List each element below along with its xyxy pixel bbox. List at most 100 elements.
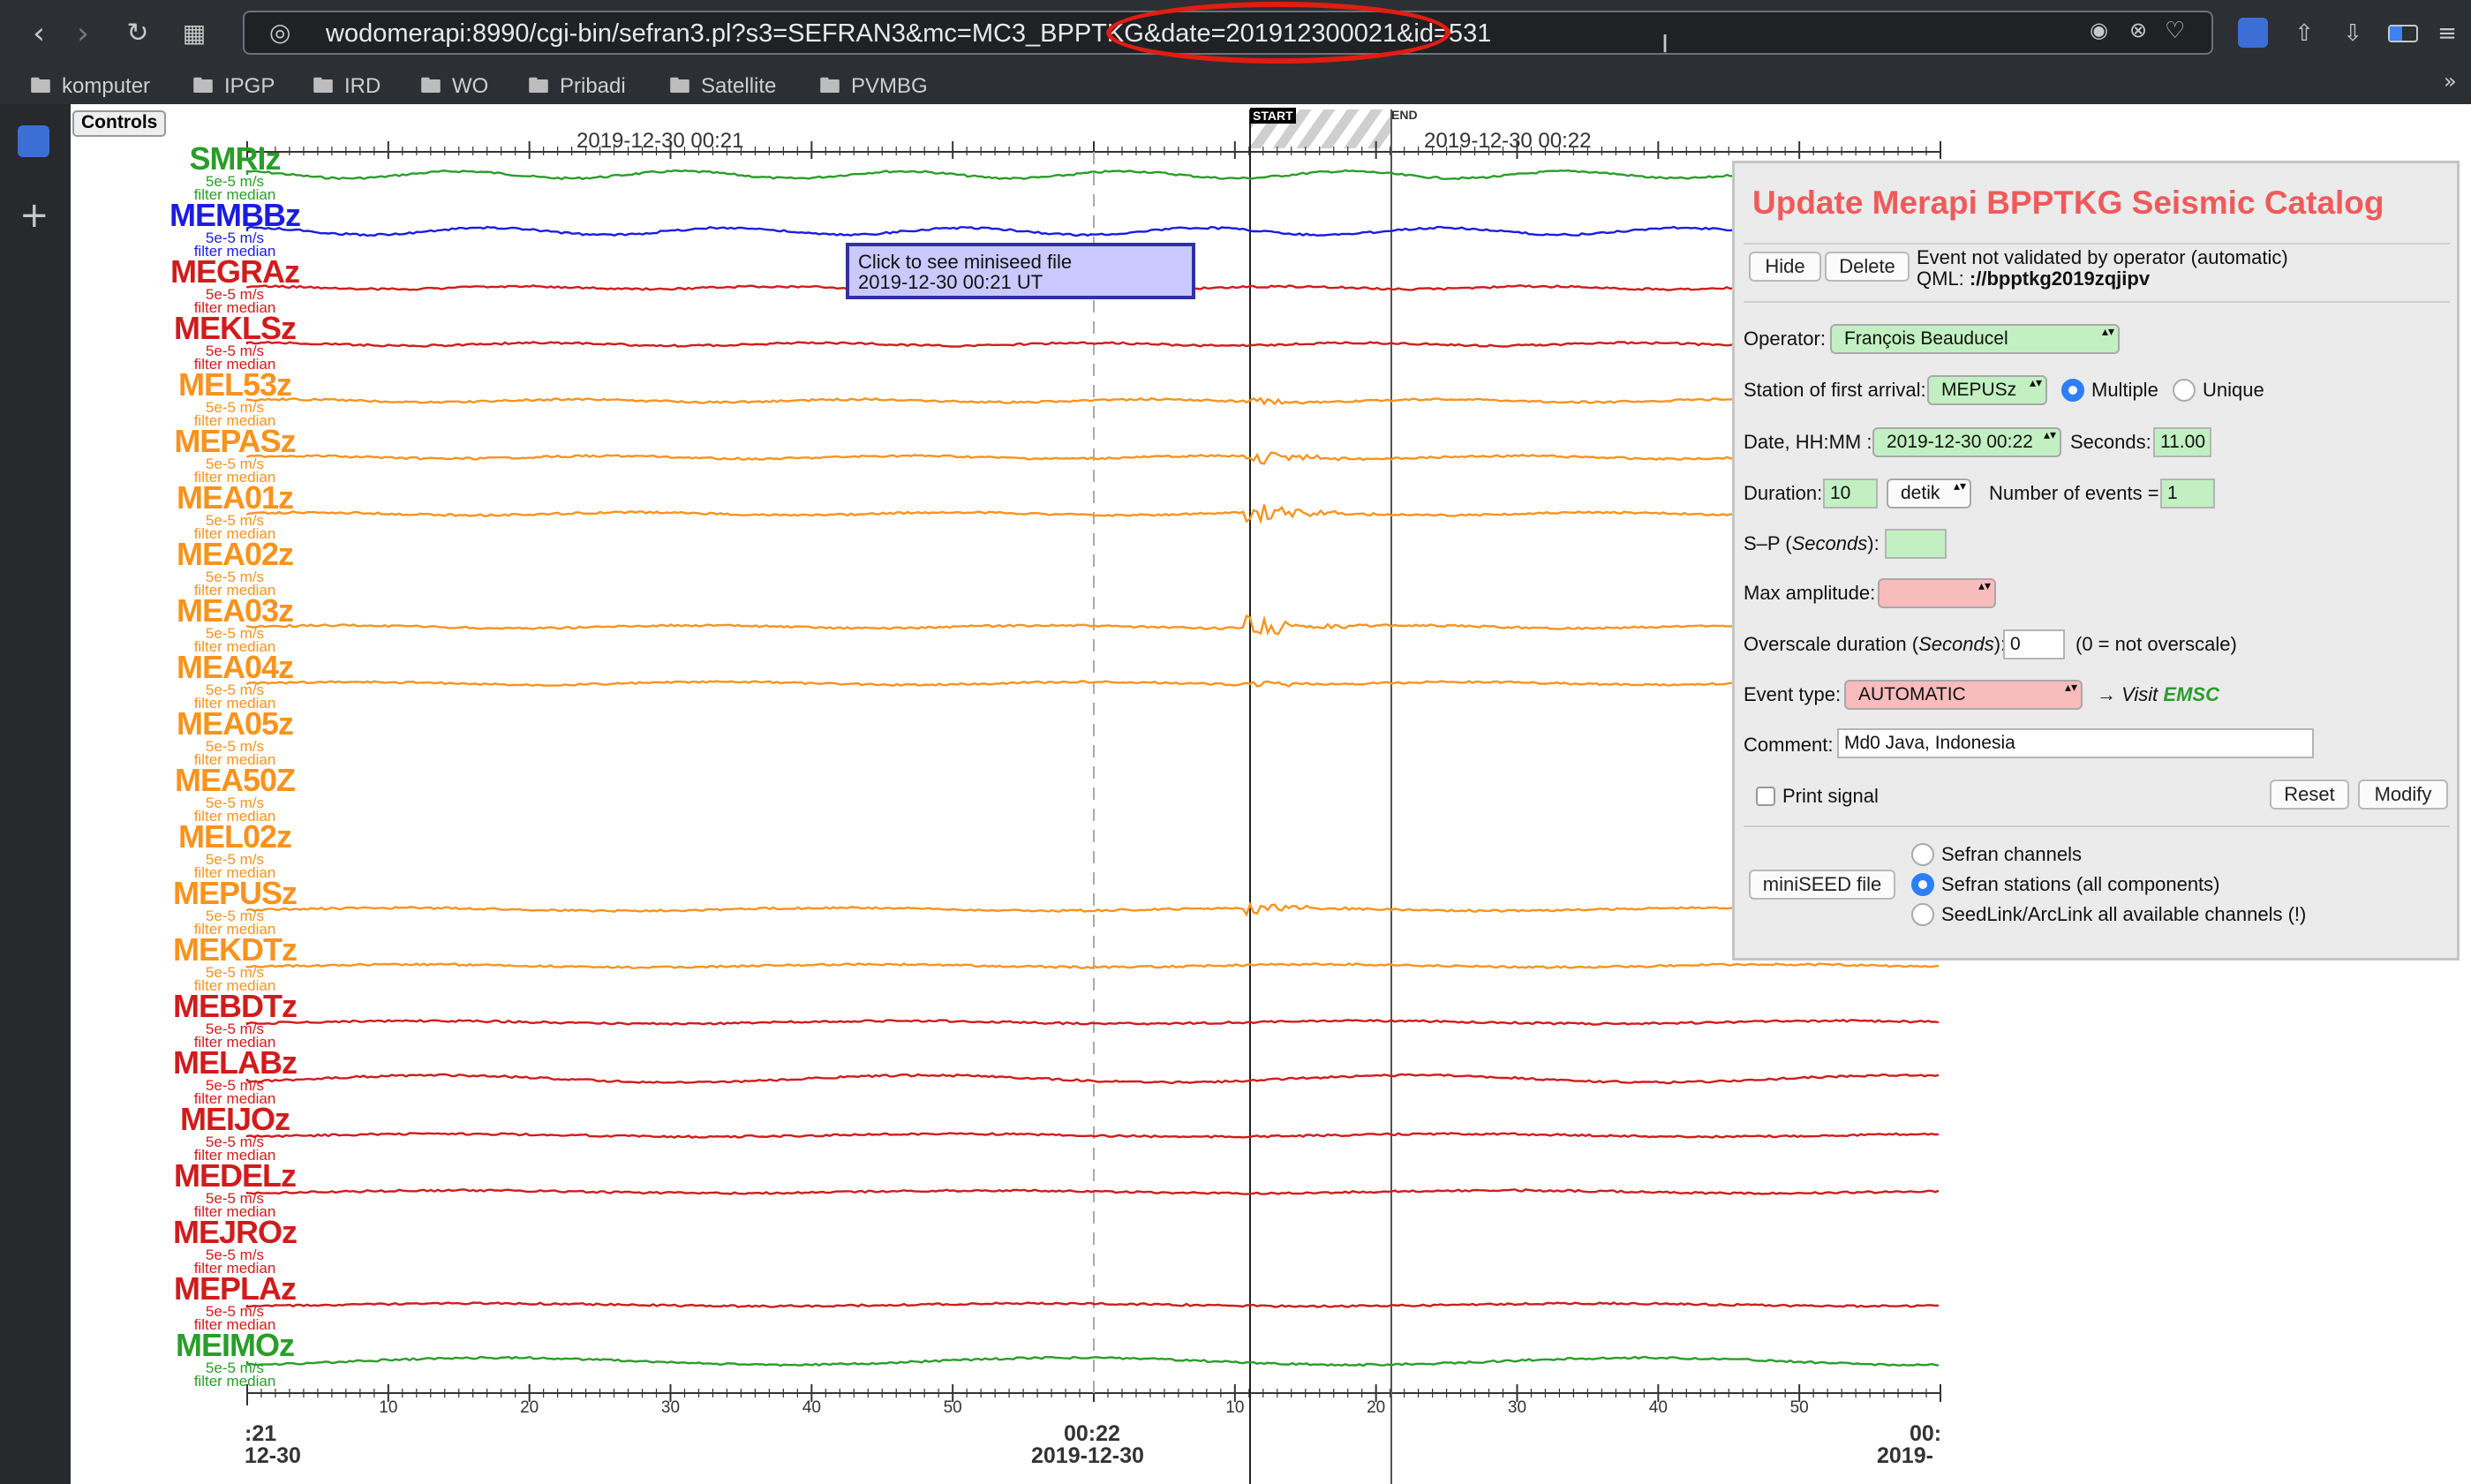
- emsc-link[interactable]: EMSC: [2163, 683, 2219, 705]
- channel-label[interactable]: MEIJOz 5e-5 m/s filter median: [155, 1104, 314, 1164]
- divider: [1744, 301, 2450, 303]
- operator-label: Operator:: [1744, 328, 1826, 350]
- tab-grid-icon[interactable]: ▦: [177, 16, 212, 51]
- channel-label[interactable]: MEL02z 5e-5 m/s filter median: [155, 818, 314, 881]
- bookmark-pribadi[interactable]: 🖿 Pribadi: [528, 71, 626, 107]
- channel-name: MEGRAz: [170, 253, 300, 290]
- seedlink-label: SeedLink/ArcLink all available channels …: [1941, 903, 2307, 925]
- seedlink-radio[interactable]: [1911, 903, 1934, 926]
- forward-icon[interactable]: ›: [65, 16, 101, 51]
- print-signal-checkbox[interactable]: [1756, 787, 1775, 806]
- bookmark-komputer[interactable]: 🖿 komputer: [30, 71, 150, 107]
- comment-input[interactable]: Md0 Java, Indonesia: [1837, 728, 2314, 758]
- folder-icon: 🖿: [192, 73, 214, 98]
- channel-label[interactable]: MEA04z 5e-5 m/s filter median: [155, 652, 314, 712]
- channel-label[interactable]: MEBDTz 5e-5 m/s filter median: [155, 988, 314, 1051]
- channel-label[interactable]: MELABz 5e-5 m/s filter median: [155, 1047, 314, 1107]
- seismic-trace: [245, 901, 1940, 917]
- site-info-icon[interactable]: ◎: [269, 18, 290, 47]
- delete-button[interactable]: Delete: [1825, 252, 1910, 282]
- bookmark-pvmbg[interactable]: 🖿 PVMBG: [819, 71, 928, 107]
- channel-label[interactable]: MEL53z 5e-5 m/s filter median: [155, 369, 314, 429]
- hide-button[interactable]: Hide: [1749, 252, 1821, 282]
- channel-label[interactable]: MEA02z 5e-5 m/s filter median: [155, 539, 314, 599]
- channel-name: MEDELz: [174, 1157, 297, 1194]
- more-bookmarks-icon[interactable]: »: [2444, 69, 2457, 94]
- channel-name: MEJROz: [172, 1214, 298, 1250]
- back-icon[interactable]: ‹: [21, 16, 57, 51]
- date-select[interactable]: 2019-12-30 00:22: [1872, 427, 2061, 457]
- channel-name: MEL02z: [177, 818, 292, 855]
- num-events-input[interactable]: 1: [2160, 478, 2215, 508]
- bottom-tick-label: 10: [379, 1398, 398, 1417]
- station-select[interactable]: MEPUSz: [1927, 375, 2047, 405]
- channel-label[interactable]: MEDELz 5e-5 m/s filter median: [155, 1157, 314, 1220]
- end-marker-label: END: [1391, 108, 1418, 122]
- share-icon[interactable]: ⇧: [2286, 16, 2322, 51]
- block-icon[interactable]: ⊗: [2129, 18, 2147, 42]
- channel-label[interactable]: SMRIz 5e-5 m/s filter median: [155, 143, 314, 203]
- channel-label[interactable]: MEA50Z 5e-5 m/s filter median: [155, 765, 314, 825]
- bookmark-satellite[interactable]: 🖿 Satellite: [669, 71, 776, 107]
- overscale-input[interactable]: 0: [2003, 629, 2065, 659]
- channel-label[interactable]: MEJROz 5e-5 m/s filter median: [155, 1214, 314, 1277]
- qml-id[interactable]: ://bpptkg2019zqjipv: [1970, 267, 2150, 290]
- operator-select[interactable]: François Beauducel: [1830, 324, 2120, 354]
- channel-label[interactable]: MEA03z 5e-5 m/s filter median: [155, 595, 314, 655]
- channel-name: MEPUSz: [172, 875, 298, 911]
- unique-radio[interactable]: [2173, 379, 2196, 402]
- multiple-label: Multiple: [2091, 379, 2158, 401]
- panel-title: Update Merapi BPPTKG Seismic Catalog: [1752, 185, 2384, 221]
- reset-button[interactable]: Reset: [2270, 780, 2349, 810]
- duration-input[interactable]: 10: [1823, 478, 1878, 508]
- camera-icon[interactable]: ◉: [2090, 18, 2108, 42]
- miniseed-button[interactable]: miniSEED file: [1749, 870, 1895, 900]
- add-panel-icon[interactable]: +: [19, 198, 49, 233]
- seismic-trace: [245, 396, 1940, 406]
- top-time-label-1: 2019-12-30 00:21: [576, 129, 744, 153]
- translate-extension-icon[interactable]: [2238, 18, 2268, 48]
- menu-icon[interactable]: ≡: [2430, 16, 2465, 51]
- channel-label[interactable]: MEMBBz 5e-5 m/s filter median: [155, 200, 314, 260]
- channel-name: MEBDTz: [173, 988, 298, 1024]
- bookmark-wo[interactable]: 🖿 WO: [420, 71, 488, 107]
- channel-label[interactable]: MEPUSz 5e-5 m/s filter median: [155, 875, 314, 938]
- channel-label[interactable]: MEKLSz 5e-5 m/s filter median: [155, 313, 314, 373]
- folder-icon: 🖿: [313, 73, 334, 98]
- num-events-label: Number of events =: [1989, 482, 2159, 504]
- red-annotation-circle: [1106, 2, 1450, 64]
- seconds-input[interactable]: 11.00: [2153, 427, 2211, 457]
- bottom-tick-label: 10: [1225, 1398, 1245, 1417]
- sefran-stations-radio[interactable]: [1911, 873, 1934, 896]
- channel-label[interactable]: MEPASz 5e-5 m/s filter median: [155, 426, 314, 486]
- channel-label[interactable]: MEA05z 5e-5 m/s filter median: [155, 708, 314, 768]
- date-label: Date, HH:MM :: [1744, 431, 1872, 453]
- channel-label[interactable]: MEA01z 5e-5 m/s filter median: [155, 482, 314, 542]
- tooltip-line-2: 2019-12-30 00:21 UT: [858, 271, 1043, 293]
- channel-filter: filter median: [193, 1373, 276, 1390]
- channel-label[interactable]: MEGRAz 5e-5 m/s filter median: [155, 253, 314, 316]
- battery-icon: [2388, 25, 2418, 42]
- bookmark-ird[interactable]: 🖿 IRD: [313, 71, 380, 107]
- multiple-radio[interactable]: [2061, 379, 2084, 402]
- channel-label[interactable]: MEIMOz 5e-5 m/s filter median: [155, 1330, 314, 1390]
- heart-icon[interactable]: ♡: [2165, 18, 2185, 44]
- download-icon[interactable]: ⇩: [2335, 16, 2370, 51]
- modify-button[interactable]: Modify: [2358, 780, 2448, 810]
- miniseed-tooltip[interactable]: Click to see miniseed file 2019-12-30 00…: [846, 243, 1195, 299]
- reload-icon[interactable]: ↻: [120, 16, 155, 51]
- print-signal-label: Print signal: [1782, 785, 1879, 807]
- channel-label[interactable]: MEKDTz 5e-5 m/s filter median: [155, 934, 314, 994]
- divider: [1744, 243, 2450, 245]
- duration-unit-select[interactable]: detik: [1887, 478, 1971, 508]
- sefran-channels-radio[interactable]: [1911, 843, 1934, 866]
- channel-label[interactable]: MEPLAz 5e-5 m/s filter median: [155, 1273, 314, 1333]
- sefran-channels-label: Sefran channels: [1941, 843, 2082, 865]
- sp-input[interactable]: [1885, 529, 1947, 559]
- bookmark-ipgp[interactable]: 🖿 IPGP: [192, 71, 275, 107]
- bottom-date-mid: 2019-12-30: [1031, 1443, 1144, 1468]
- event-type-select[interactable]: AUTOMATIC: [1844, 680, 2083, 710]
- max-amplitude-select[interactable]: [1878, 578, 1996, 608]
- translate-panel-icon[interactable]: [18, 125, 49, 157]
- folder-icon: 🖿: [819, 73, 840, 98]
